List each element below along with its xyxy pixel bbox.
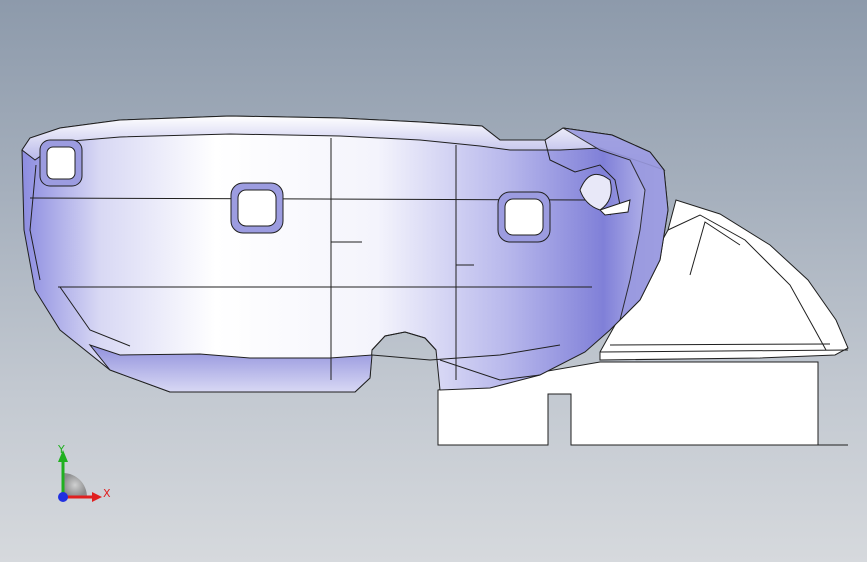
recess-corner <box>39 139 83 187</box>
graphics-viewport[interactable]: Y X <box>0 0 867 562</box>
recess-right <box>497 191 551 243</box>
shell-body <box>21 115 669 393</box>
z-axis-dot <box>58 492 68 502</box>
y-axis-label: Y <box>57 443 65 456</box>
recess-left <box>230 182 284 234</box>
coordinate-triad: Y X <box>57 443 111 502</box>
3d-model-view[interactable] <box>0 0 867 562</box>
x-axis-label: X <box>103 487 111 500</box>
